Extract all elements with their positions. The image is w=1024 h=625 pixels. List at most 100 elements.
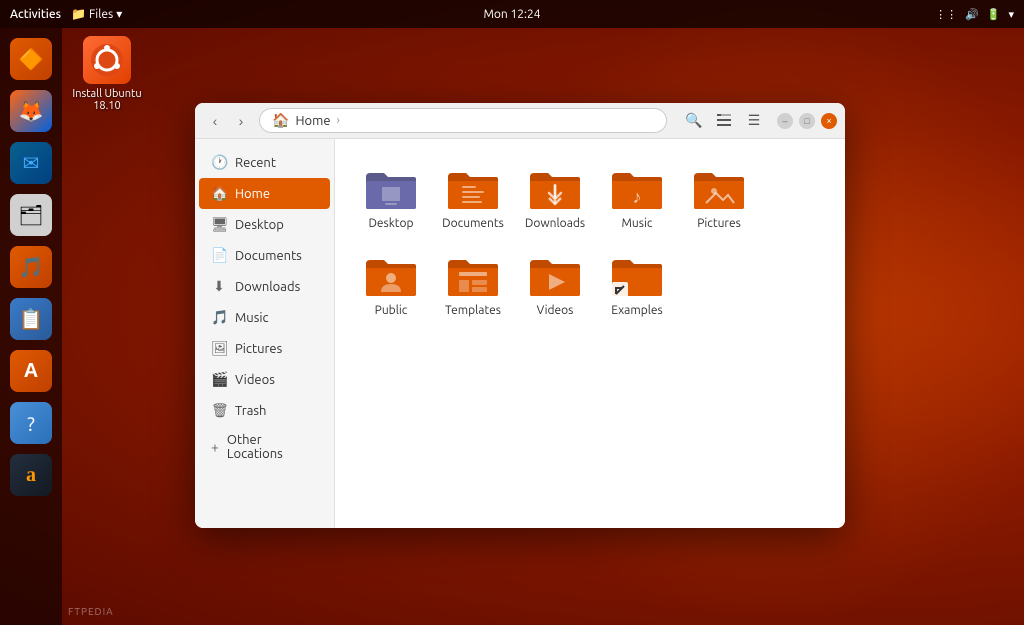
sidebar-item-recent[interactable]: 🕐 Recent — [199, 147, 330, 178]
folder-item-downloads[interactable]: Downloads — [519, 159, 591, 236]
thunderbird-icon: ✉ — [10, 142, 52, 184]
help-icon: ? — [10, 402, 52, 444]
sidebar-item-trash-label: Trash — [235, 404, 266, 418]
sidebar-item-documents-label: Documents — [235, 249, 302, 263]
public-folder-label: Public — [375, 304, 408, 317]
shortcut-arrow-icon — [612, 282, 628, 298]
path-bar[interactable]: 🏠 Home › — [259, 108, 667, 133]
volume-icon[interactable]: 🔊 — [965, 8, 979, 21]
system-menu-icon[interactable]: ▾ — [1008, 8, 1014, 21]
sidebar-item-downloads-label: Downloads — [235, 280, 300, 294]
sidebar-item-desktop-label: Desktop — [235, 218, 284, 232]
templates-folder-label: Templates — [445, 304, 501, 317]
downloads-folder-label: Downloads — [525, 217, 585, 230]
path-arrow: › — [337, 114, 340, 127]
dock-item-appstore[interactable]: A — [8, 348, 54, 394]
examples-folder-label: Examples — [611, 304, 662, 317]
music-folder-label: Music — [622, 217, 653, 230]
install-ubuntu-desktop-icon[interactable]: Install Ubuntu18.10 — [72, 36, 142, 112]
forward-button[interactable]: › — [229, 109, 253, 133]
network-icon[interactable]: ⋮⋮ — [935, 8, 957, 21]
topbar: Activities 📁 Files ▾ Mon 12:24 ⋮⋮ 🔊 🔋 ▾ — [0, 0, 1024, 28]
ubuntu-software-icon: 🔶 — [10, 38, 52, 80]
folder-grid: Desktop Documents — [355, 159, 825, 323]
main-content: Desktop Documents — [335, 139, 845, 528]
files-menu[interactable]: 📁 Files ▾ — [71, 7, 122, 21]
sidebar-item-recent-label: Recent — [235, 156, 276, 170]
folder-item-pictures[interactable]: Pictures — [683, 159, 755, 236]
clock: Mon 12:24 — [483, 8, 540, 21]
recent-icon: 🕐 — [211, 154, 227, 171]
dock-item-files[interactable]: 🗂 — [8, 192, 54, 238]
system-tray: ⋮⋮ 🔊 🔋 ▾ — [935, 8, 1014, 21]
dock-item-amazon[interactable]: a — [8, 452, 54, 498]
dock: 🔶 🦊 ✉ 🗂 🎵 📋 A ? a — [0, 28, 62, 625]
sidebar-item-pictures[interactable]: 🖼 Pictures — [199, 333, 330, 364]
maximize-button[interactable]: □ — [799, 113, 815, 129]
downloads-sidebar-icon: ⬇ — [211, 278, 227, 295]
firefox-icon: 🦊 — [10, 90, 52, 132]
folder-item-examples[interactable]: Examples — [601, 246, 673, 323]
sidebar: 🕐 Recent 🏠 Home 🖥 Desktop 📄 Documents ⬇ … — [195, 139, 335, 528]
activities-button[interactable]: Activities — [10, 8, 61, 21]
sidebar-item-videos[interactable]: 🎬 Videos — [199, 364, 330, 395]
folder-item-videos[interactable]: Videos — [519, 246, 591, 323]
search-button[interactable]: 🔍 — [681, 108, 707, 134]
dock-item-firefox[interactable]: 🦊 — [8, 88, 54, 134]
sidebar-item-desktop[interactable]: 🖥 Desktop — [199, 209, 330, 240]
battery-icon[interactable]: 🔋 — [987, 8, 1001, 21]
menu-button[interactable]: ☰ — [741, 108, 767, 134]
folder-item-templates[interactable]: Templates — [437, 246, 509, 323]
music-sidebar-icon: 🎵 — [211, 309, 227, 326]
svg-text:♪: ♪ — [633, 187, 642, 207]
dock-item-ubuntu[interactable]: 🔶 — [8, 36, 54, 82]
nav-buttons: ‹ › — [203, 109, 253, 133]
downloads-folder-icon — [528, 165, 582, 213]
minimize-button[interactable]: – — [777, 113, 793, 129]
folder-item-public[interactable]: Public — [355, 246, 427, 323]
other-locations-label: Other Locations — [227, 433, 318, 461]
desktop-folder-icon — [364, 165, 418, 213]
rhythmbox-icon: 🎵 — [10, 246, 52, 288]
dock-item-music[interactable]: 🎵 — [8, 244, 54, 290]
other-locations-plus-icon: + — [211, 439, 219, 455]
appstore-icon: A — [10, 350, 52, 392]
pictures-folder-label: Pictures — [697, 217, 741, 230]
desktop-folder-label: Desktop — [368, 217, 413, 230]
path-text: Home — [295, 114, 330, 128]
dock-item-books[interactable]: 📋 — [8, 296, 54, 342]
window-controls: – □ × — [777, 113, 837, 129]
install-ubuntu-icon-img — [83, 36, 131, 84]
pictures-sidebar-icon: 🖼 — [211, 340, 227, 357]
sidebar-other-locations[interactable]: + Other Locations — [199, 426, 330, 468]
sidebar-item-documents[interactable]: 📄 Documents — [199, 240, 330, 271]
sidebar-item-pictures-label: Pictures — [235, 342, 282, 356]
documents-folder-icon — [446, 165, 500, 213]
sidebar-item-home-label: Home — [235, 187, 270, 201]
install-ubuntu-label: Install Ubuntu18.10 — [72, 88, 141, 112]
sidebar-item-music[interactable]: 🎵 Music — [199, 302, 330, 333]
videos-sidebar-icon: 🎬 — [211, 371, 227, 388]
sidebar-item-downloads[interactable]: ⬇ Downloads — [199, 271, 330, 302]
path-home-icon: 🏠 — [272, 112, 289, 129]
window-body: 🕐 Recent 🏠 Home 🖥 Desktop 📄 Documents ⬇ … — [195, 139, 845, 528]
documents-sidebar-icon: 📄 — [211, 247, 227, 264]
documents-folder-label: Documents — [442, 217, 504, 230]
files-icon: 🗂 — [10, 194, 52, 236]
sidebar-item-trash[interactable]: 🗑 Trash — [199, 395, 330, 426]
folder-item-documents[interactable]: Documents — [437, 159, 509, 236]
dock-item-help[interactable]: ? — [8, 400, 54, 446]
titlebar: ‹ › 🏠 Home › 🔍 ☰ – □ × — [195, 103, 845, 139]
back-button[interactable]: ‹ — [203, 109, 227, 133]
ftpedia-watermark: FTPEDIA — [68, 606, 114, 617]
dock-item-thunderbird[interactable]: ✉ — [8, 140, 54, 186]
public-folder-icon — [364, 252, 418, 300]
document-viewer-icon: 📋 — [10, 298, 52, 340]
sidebar-item-home[interactable]: 🏠 Home — [199, 178, 330, 209]
view-list-button[interactable] — [711, 108, 737, 134]
folder-item-music[interactable]: ♪ Music — [601, 159, 673, 236]
folder-item-desktop[interactable]: Desktop — [355, 159, 427, 236]
close-button[interactable]: × — [821, 113, 837, 129]
home-icon: 🏠 — [211, 185, 227, 202]
desktop-sidebar-icon: 🖥 — [211, 216, 227, 233]
